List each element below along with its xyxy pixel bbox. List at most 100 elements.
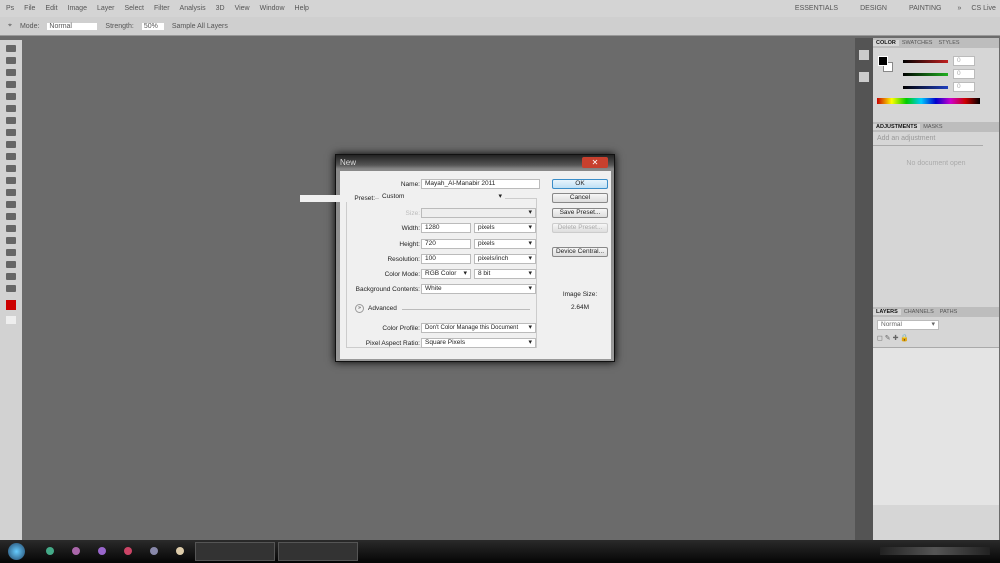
hand-tool-icon[interactable] (6, 273, 16, 280)
strength-input[interactable]: 50% (141, 22, 164, 30)
workspace-painting[interactable]: PAINTING (903, 3, 948, 14)
taskbar-app-icon[interactable] (98, 547, 106, 555)
green-value[interactable]: 0 (953, 69, 975, 79)
height-unit-select[interactable]: pixels (474, 239, 536, 249)
gradient-tool-icon[interactable] (6, 177, 16, 184)
system-tray[interactable] (880, 547, 990, 555)
resolution-unit-select[interactable]: pixels/inch (474, 254, 536, 264)
menu-3d[interactable]: 3D (216, 5, 225, 12)
lasso-tool-icon[interactable] (6, 69, 16, 76)
no-document-text: No document open (906, 160, 966, 167)
taskbar-app-icon[interactable] (124, 547, 132, 555)
menu-help[interactable]: Help (295, 5, 309, 12)
more-workspaces[interactable]: » (958, 5, 962, 12)
menu-view[interactable]: View (235, 5, 250, 12)
menu-layer[interactable]: Layer (97, 5, 115, 12)
menu-image[interactable]: Image (68, 5, 87, 12)
quick-select-tool-icon[interactable] (6, 81, 16, 88)
blue-value[interactable]: 0 (953, 82, 975, 92)
red-slider[interactable] (903, 60, 948, 63)
tab-layers[interactable]: LAYERS (873, 309, 901, 315)
menu-analysis[interactable]: Analysis (180, 5, 206, 12)
green-slider[interactable] (903, 73, 948, 76)
width-unit-select[interactable]: pixels (474, 223, 536, 233)
background-select[interactable]: White (421, 284, 536, 294)
pixel-aspect-select[interactable]: Square Pixels (421, 338, 536, 348)
panel-icon-strip (855, 38, 873, 540)
workspace-essentials[interactable]: ESSENTIALS (789, 3, 844, 14)
eraser-tool-icon[interactable] (6, 165, 16, 172)
actions-icon[interactable] (859, 72, 869, 82)
type-tool-icon[interactable] (6, 225, 16, 232)
eyedropper-tool-icon[interactable] (6, 105, 16, 112)
close-button[interactable]: ✕ (582, 157, 608, 168)
sample-all-layers-checkbox[interactable]: Sample All Layers (172, 23, 228, 30)
menu-ps[interactable]: Ps (6, 5, 14, 12)
healing-tool-icon[interactable] (6, 117, 16, 124)
history-icon[interactable] (859, 50, 869, 60)
width-input[interactable]: 1280 (421, 223, 471, 233)
lock-icons[interactable]: ◻ ✎ ✚ 🔒 (877, 334, 909, 342)
cs-live[interactable]: CS Live (971, 5, 996, 12)
tab-adjustments[interactable]: ADJUSTMENTS (873, 124, 921, 130)
pen-tool-icon[interactable] (6, 213, 16, 220)
tool-preset-icon[interactable]: ⌖ (8, 22, 12, 30)
history-brush-tool-icon[interactable] (6, 153, 16, 160)
shape-tool-icon[interactable] (6, 249, 16, 256)
color-mode-select[interactable]: RGB Color (421, 269, 471, 279)
tab-color[interactable]: COLOR (873, 40, 899, 46)
foreground-color-swatch[interactable] (6, 300, 16, 310)
move-tool-icon[interactable] (6, 45, 16, 52)
background-label: Background Contents: (355, 286, 420, 293)
quick-mask-icon[interactable] (6, 316, 16, 324)
foreground-swatch[interactable] (878, 56, 888, 66)
red-value[interactable]: 0 (953, 56, 975, 66)
taskbar (0, 540, 1000, 563)
resolution-input[interactable]: 100 (421, 254, 471, 264)
mode-select[interactable]: Normal (47, 22, 98, 30)
tab-styles[interactable]: STYLES (935, 40, 962, 46)
blue-slider[interactable] (903, 86, 948, 89)
ok-button[interactable]: OK (552, 179, 608, 189)
height-input[interactable]: 720 (421, 239, 471, 249)
3d-tool-icon[interactable] (6, 261, 16, 268)
menu-filter[interactable]: Filter (154, 5, 170, 12)
workspace-design[interactable]: DESIGN (854, 3, 893, 14)
device-central-button[interactable]: Device Central... (552, 247, 608, 257)
color-profile-select[interactable]: Don't Color Manage this Document (421, 323, 536, 333)
preset-select[interactable]: Custom (379, 193, 505, 203)
layers-list[interactable] (873, 347, 999, 505)
color-spectrum[interactable] (877, 98, 980, 104)
tab-channels[interactable]: CHANNELS (901, 309, 937, 315)
save-preset-button[interactable]: Save Preset... (552, 208, 608, 218)
menu-select[interactable]: Select (125, 5, 144, 12)
cancel-button[interactable]: Cancel (552, 193, 608, 203)
advanced-toggle-icon[interactable]: » (355, 304, 364, 313)
menu-file[interactable]: File (24, 5, 35, 12)
blur-tool-icon[interactable] (6, 189, 16, 196)
taskbar-window-button[interactable] (195, 542, 275, 561)
taskbar-app-icon[interactable] (46, 547, 54, 555)
strength-label: Strength: (105, 22, 134, 30)
stamp-tool-icon[interactable] (6, 141, 16, 148)
blend-mode-select[interactable]: Normal (877, 320, 939, 330)
tab-swatches[interactable]: SWATCHES (899, 40, 936, 46)
menu-edit[interactable]: Edit (45, 5, 57, 12)
brush-tool-icon[interactable] (6, 129, 16, 136)
taskbar-app-icon[interactable] (176, 547, 184, 555)
crop-tool-icon[interactable] (6, 93, 16, 100)
taskbar-window-button[interactable] (278, 542, 358, 561)
bit-depth-select[interactable]: 8 bit (474, 269, 536, 279)
start-button-icon[interactable] (8, 543, 25, 560)
taskbar-app-icon[interactable] (72, 547, 80, 555)
tab-paths[interactable]: PATHS (937, 309, 961, 315)
path-select-tool-icon[interactable] (6, 237, 16, 244)
taskbar-app-icon[interactable] (150, 547, 158, 555)
dodge-tool-icon[interactable] (6, 201, 16, 208)
tab-masks[interactable]: MASKS (920, 124, 945, 130)
panels-dock: COLOR SWATCHES STYLES 0 0 0 ADJUSTMENTS … (873, 38, 999, 540)
marquee-tool-icon[interactable] (6, 57, 16, 64)
zoom-tool-icon[interactable] (6, 285, 16, 292)
menu-window[interactable]: Window (260, 5, 285, 12)
name-input[interactable]: Mayah_Al-Manabir 2011 (421, 179, 540, 189)
